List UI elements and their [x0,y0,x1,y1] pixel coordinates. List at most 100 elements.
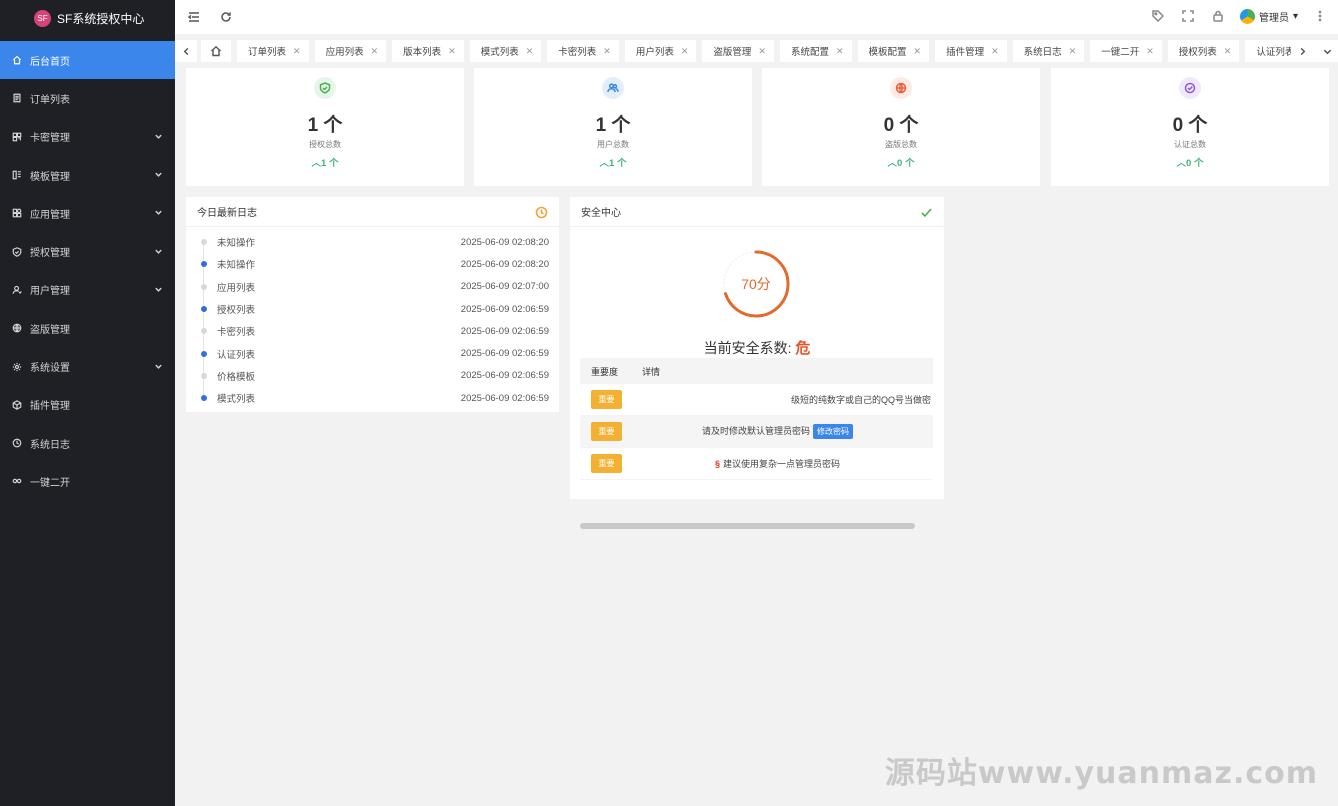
arrow-up-icon: ︿ [1176,158,1187,169]
tab-1[interactable]: 应用列表 ✕ [314,40,387,62]
importance-badge: 重要 [591,390,622,409]
tab-3[interactable]: 模式列表 ✕ [469,40,542,62]
tag-icon[interactable] [1150,8,1166,24]
tab-8[interactable]: 模板配置 ✕ [857,40,930,62]
stat-card-3[interactable]: 0 个认证总数 ︿0 个 [1051,68,1329,186]
timeline-dot [200,261,207,268]
security-score: 70分 [741,276,771,292]
stat-card-0[interactable]: 1 个授权总数 ︿1 个 [186,68,464,186]
sidebar-item-1[interactable]: 订单列表 [0,79,175,117]
user-icon [11,284,22,295]
sidebar-item-7[interactable]: 盗版管理 [0,309,175,347]
change-password-button[interactable]: 修改密码 [813,424,853,439]
tab-6[interactable]: 盗版管理 ✕ [702,40,774,62]
sidebar-item-3[interactable]: 模板管理 [0,156,175,194]
close-icon[interactable]: ✕ [681,46,689,57]
close-icon[interactable]: ✕ [603,46,611,57]
sidebar-item-8[interactable]: 系统设置 [0,347,175,385]
tabs-dropdown-icon[interactable] [1316,40,1338,62]
tab-7[interactable]: 系统配置 ✕ [779,40,852,62]
home-icon [11,55,22,66]
log-row: 应用列表 2025-06-09 02:07:00 [186,276,559,298]
more-vertical-icon[interactable] [1312,8,1328,24]
security-table-header: 重要度 详情 [580,358,933,384]
timeline-dot [200,239,207,246]
tab-0[interactable]: 订单列表 ✕ [237,40,309,62]
close-icon[interactable]: ✕ [1224,46,1232,57]
close-icon[interactable]: ✕ [991,46,999,57]
tab-12[interactable]: 授权列表 ✕ [1167,40,1240,62]
log-time: 2025-06-09 02:06:59 [460,370,549,382]
chevron-down-icon [154,247,164,257]
avatar [1239,8,1255,24]
sidebar-nav: 后台首页 订单列表卡密管理模板管理应用管理授权管理 用户管理 盗版管理 系统设置 插件管理… [0,41,175,501]
clock-icon [535,206,548,219]
log-time: 2025-06-09 02:06:59 [460,348,549,360]
close-icon[interactable]: ✕ [293,46,301,57]
chevron-down-icon [154,132,164,142]
log-time: 2025-06-09 02:06:59 [460,325,549,337]
stat-trend: ︿0 个 [1051,155,1329,169]
tabs-scroll-right-icon[interactable] [1291,40,1313,62]
chevron-down-icon [154,170,164,180]
table-row: 重要 请及时修改默认管理员密码 修改密码 [580,416,933,448]
collapse-menu-icon[interactable] [186,9,202,25]
refresh-icon[interactable] [218,9,234,25]
tab-10[interactable]: 系统日志 ✕ [1012,40,1085,62]
sidebar-item-4[interactable]: 应用管理 [0,194,175,232]
close-icon[interactable]: ✕ [1069,46,1077,57]
sidebar-item-2[interactable]: 卡密管理 [0,118,175,156]
log-time: 2025-06-09 02:06:59 [460,392,549,404]
close-icon[interactable]: ✕ [914,46,922,57]
log-action: 模式列表 [217,394,256,406]
topbar: 管理员 ▾ [175,0,1338,34]
tab-11[interactable]: 一键二开 ✕ [1090,40,1162,62]
tab-4[interactable]: 卡密列表 ✕ [547,40,619,62]
security-panel-title: 安全中心 [581,208,621,219]
security-detail: 级短的纯数字或自己的QQ号当做密 [622,393,933,406]
app-title: SF系统授权中心 [57,11,145,26]
sidebar-item-label: 卡密管理 [30,133,70,145]
close-icon[interactable]: ✕ [371,46,379,57]
tab-9[interactable]: 插件管理 ✕ [935,40,1007,62]
sidebar-item-5[interactable]: 授权管理 [0,232,175,270]
close-icon[interactable]: ✕ [1146,46,1154,57]
stat-card-2[interactable]: 0 个盗版总数 ︿0 个 [762,68,1040,186]
log-action: 未知操作 [217,260,256,272]
clock-icon [11,438,22,449]
sidebar-item-label: 应用管理 [30,209,70,221]
close-icon[interactable]: ✕ [448,46,456,57]
log-row: 认证列表 2025-06-09 02:06:59 [186,342,559,364]
user-menu[interactable]: 管理员 ▾ [1239,8,1298,24]
close-icon[interactable]: ✕ [526,46,534,57]
tab-label: 应用列表 [325,47,364,58]
fullscreen-icon[interactable] [1180,8,1196,24]
sidebar-item-10[interactable]: 系统日志 [0,424,175,462]
plugin-icon [11,399,22,410]
log-row: 未知操作 2025-06-09 02:08:20 [186,253,559,275]
sidebar-item-0[interactable]: 后台首页 [0,41,175,80]
sidebar-item-11[interactable]: 一键二开 [0,462,175,500]
tab-2[interactable]: 版本列表 ✕ [392,40,464,62]
chevron-down-icon [154,285,164,295]
sidebar-item-6[interactable]: 用户管理 [0,271,175,309]
log-time: 2025-06-09 02:08:20 [460,258,549,270]
tab-home[interactable] [201,40,231,62]
tab-5[interactable]: 用户列表 ✕ [624,40,697,62]
security-detail-text: 请及时修改默认管理员密码 [701,426,810,436]
tabs-scroll-left-icon[interactable] [175,40,197,62]
sidebar-item-9[interactable]: 插件管理 [0,386,175,424]
log-list: 未知操作 2025-06-09 02:08:20 未知操作 2025-06-09 02… [186,227,559,409]
close-icon[interactable]: ✕ [758,46,766,57]
template-icon [11,170,22,181]
horizontal-scrollbar[interactable] [580,523,915,529]
stat-card-1[interactable]: 1 个用户总数 ︿1 个 [474,68,752,186]
security-detail: § 建议使用复杂一点管理员密码 [622,457,933,470]
lock-icon[interactable] [1210,8,1226,24]
table-row: 重要 § 建议使用复杂一点管理员密码 [580,448,933,480]
close-icon[interactable]: ✕ [836,46,844,57]
log-row: 模式列表 2025-06-09 02:06:59 [186,387,559,409]
tab-list: 订单列表 ✕ 应用列表 ✕ 版本列表 ✕ 模式列表 ✕ 卡密列表 ✕ 用户列表 ✕ 盗版管理 ✕ 系统配置 ✕… [237,40,1323,62]
timeline-dot [200,372,207,379]
app-logo[interactable]: SF SF系统授权中心 [0,0,175,36]
